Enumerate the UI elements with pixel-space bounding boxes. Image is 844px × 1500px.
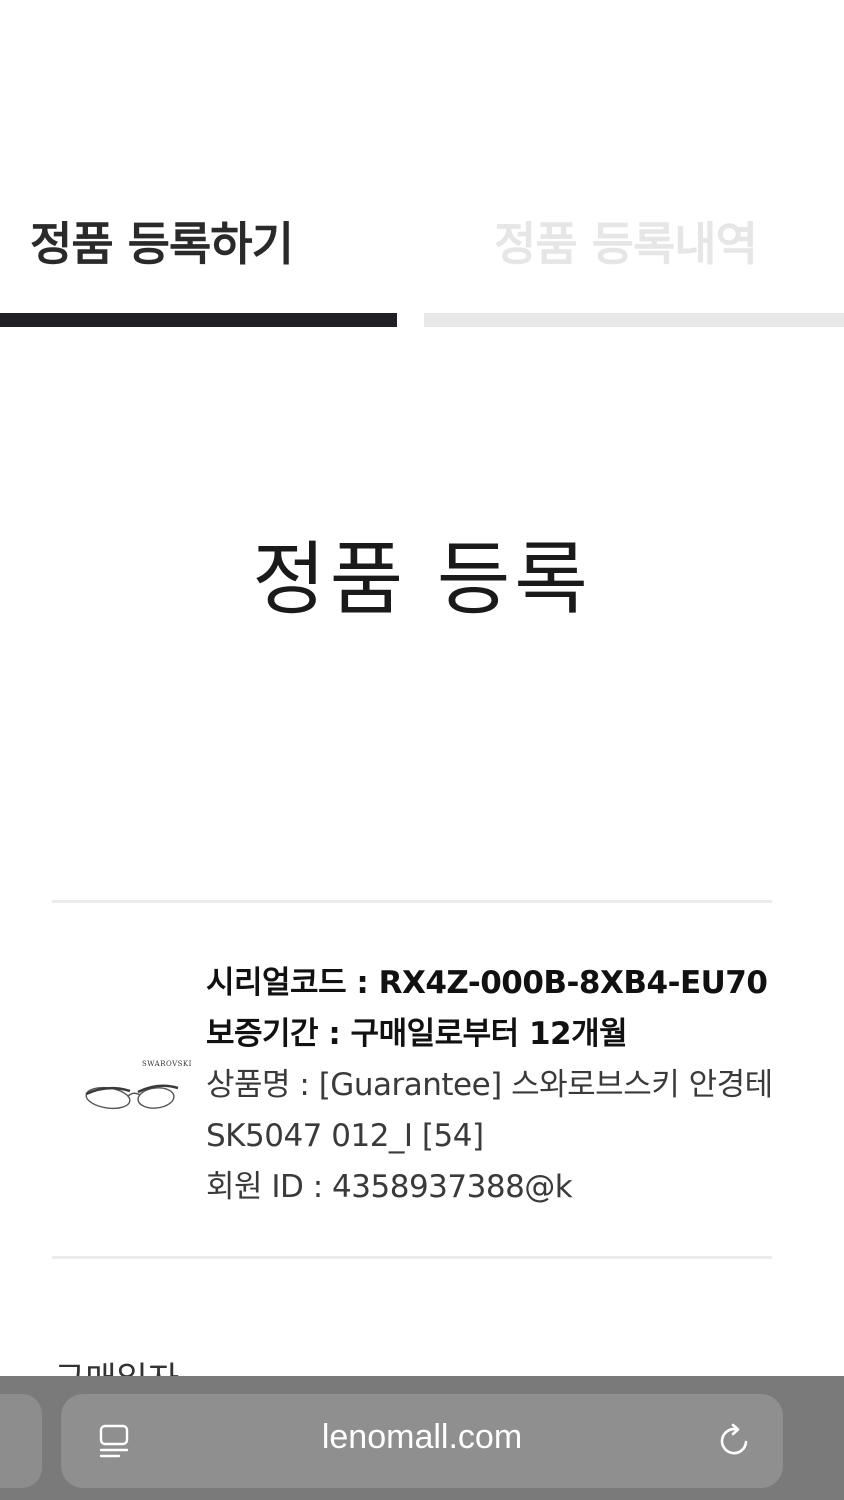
divider-bottom — [52, 1256, 772, 1259]
tab-register[interactable]: 정품 등록하기 — [30, 208, 294, 274]
tab-inactive-indicator — [424, 313, 844, 327]
reload-icon[interactable] — [715, 1421, 755, 1461]
tab-active-indicator — [0, 313, 397, 327]
browser-toolbar: lenomall.com — [0, 1376, 844, 1500]
address-bar[interactable]: lenomall.com — [61, 1394, 783, 1488]
brand-mark: SWAROVSKI — [142, 1060, 192, 1068]
page-title: 정품 등록 — [252, 533, 592, 626]
product-info: 시리얼코드 : RX4Z-000B-8XB4-EU70 보증기간 : 구매일로부… — [206, 958, 806, 1213]
divider-top — [52, 900, 772, 903]
serial-code: 시리얼코드 : RX4Z-000B-8XB4-EU70 — [206, 965, 768, 1001]
warranty-period: 보증기간 : 구매일로부터 12개월 — [206, 1016, 628, 1052]
member-id: 회원 ID : 4358937388@k — [206, 1169, 573, 1205]
url-text: lenomall.com — [321, 1418, 523, 1456]
tab-bar: 정품 등록하기 정품 등록내역 — [0, 0, 844, 330]
previous-tab-preview[interactable] — [0, 1394, 42, 1488]
product-model: SK5047 012_I [54] — [206, 1118, 484, 1154]
product-name: 상품명 : [Guarantee] 스와로브스키 안경테 — [206, 1067, 773, 1103]
tab-register-history[interactable]: 정품 등록내역 — [494, 208, 758, 274]
